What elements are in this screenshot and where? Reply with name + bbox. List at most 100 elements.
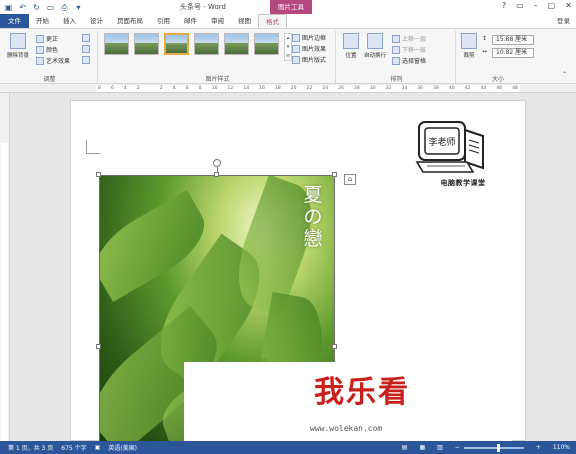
zoom-slider[interactable] xyxy=(463,443,524,452)
picture-layout-button[interactable]: 图片版式 xyxy=(292,55,326,64)
ruler-ticks: 8 6 4 2 2 4 6 8 10 12 14 16 18 20 22 24 26 28 30 32 34 36 38 40… xyxy=(96,85,520,92)
wrap-text-button[interactable]: 自动换行 xyxy=(362,33,388,59)
tab-insert[interactable]: 插入 xyxy=(56,14,83,28)
picture-style-thumb[interactable] xyxy=(134,33,159,55)
resize-handle-nw[interactable] xyxy=(96,172,101,177)
ruler-tick-label: 4 xyxy=(172,86,176,91)
site-watermark: 我乐看 www.wolekan.com xyxy=(184,362,512,445)
ribbon: 删除背景 更正 颜色 艺术效果 调整 图片样式 ▴ ▾ ≡ 图片边框 图片效果 图片… xyxy=(0,28,576,84)
ruler-tick-label: 38 xyxy=(433,86,439,91)
arrange-group-label: 排列 xyxy=(390,76,403,83)
adjust-group: 删除背景 更正 颜色 艺术效果 调整 xyxy=(2,31,98,83)
gallery-scroll[interactable]: ▴ ▾ ≡ xyxy=(284,33,292,61)
zoom-out-button[interactable]: − xyxy=(455,441,460,454)
resize-handle-w[interactable] xyxy=(96,344,101,349)
rotation-handle[interactable] xyxy=(213,159,221,167)
picture-effects-icon xyxy=(292,44,300,53)
picture-border-icon xyxy=(292,33,300,42)
width-label: ↔ xyxy=(482,48,487,55)
tab-home[interactable]: 开始 xyxy=(29,14,56,28)
collapse-ribbon-icon[interactable]: ⌃ xyxy=(562,71,567,78)
minimize-button[interactable]: – xyxy=(534,1,538,10)
color-button[interactable]: 颜色 xyxy=(36,45,58,54)
tab-mailings[interactable]: 邮件 xyxy=(177,14,204,28)
tab-page-layout[interactable]: 页面布局 xyxy=(110,14,150,28)
ruler-tick-label: 10 xyxy=(211,86,218,91)
tab-design[interactable]: 设计 xyxy=(83,14,110,28)
ribbon-display-button[interactable]: ▭ xyxy=(516,1,524,10)
print-icon[interactable]: ⎙ xyxy=(60,3,69,12)
zoom-slider-knob[interactable] xyxy=(496,443,500,452)
language-indicator[interactable]: 英语(美国) xyxy=(108,443,137,452)
title-bar: ▣ ↶ ↻ ▭ ⎙ ▾ 头条号 - Word 图片工具 ? ▭ – ▢ ✕ xyxy=(0,0,576,14)
vertical-ruler-track xyxy=(1,143,8,441)
tab-format[interactable]: 格式 xyxy=(258,14,287,28)
position-icon xyxy=(343,33,359,49)
change-picture-icon xyxy=(82,45,90,53)
crop-icon xyxy=(461,33,477,49)
picture-style-thumb[interactable] xyxy=(104,33,129,55)
width-input[interactable]: 10.82 厘米 xyxy=(492,48,534,58)
width-icon: ↔ xyxy=(482,48,488,55)
qat-more-icon[interactable]: ▾ xyxy=(74,3,83,12)
resize-handle-n[interactable] xyxy=(214,172,219,177)
picture-style-thumb[interactable] xyxy=(254,33,279,55)
artistic-effects-button[interactable]: 艺术效果 xyxy=(36,56,70,65)
print-layout-icon[interactable]: ▦ xyxy=(419,441,425,454)
photo-title-text: 夏の戀 xyxy=(303,184,323,250)
word-count[interactable]: 675 个字 xyxy=(61,443,86,452)
page-count[interactable]: 第 1 页，共 3 页 xyxy=(8,443,53,452)
tab-references[interactable]: 引用 xyxy=(150,14,177,28)
ribbon-tabs: 文件 开始 插入 设计 页面布局 引用 邮件 审阅 视图 格式 登录 xyxy=(0,14,576,28)
maximize-button[interactable]: ▢ xyxy=(548,1,556,10)
ruler-tick-label: 6 xyxy=(185,86,189,91)
save-icon[interactable]: ▣ xyxy=(4,3,13,12)
help-button[interactable]: ? xyxy=(502,1,506,10)
ruler-tick-label: 46 xyxy=(496,86,503,91)
tab-review[interactable]: 审阅 xyxy=(204,14,231,28)
ruler-tick-label: 28 xyxy=(354,86,360,91)
redo-icon[interactable]: ↻ xyxy=(32,3,41,12)
picture-style-thumb-selected[interactable] xyxy=(164,33,189,55)
read-mode-icon[interactable]: ▤ xyxy=(402,441,408,454)
selection-pane-button[interactable]: 选择窗格 xyxy=(392,56,426,65)
resize-handle-e[interactable] xyxy=(332,344,337,349)
send-backward-button[interactable]: 下移一层 xyxy=(392,45,426,54)
proofing-icon[interactable]: ▣ xyxy=(95,444,101,451)
ruler-tick-label: 34 xyxy=(401,86,408,91)
tab-file[interactable]: 文件 xyxy=(0,14,29,28)
picture-border-button[interactable]: 图片边框 xyxy=(292,33,326,42)
login-link[interactable]: 登录 xyxy=(557,14,570,28)
quick-access-toolbar: ▣ ↶ ↻ ▭ ⎙ ▾ xyxy=(0,3,83,12)
vertical-ruler[interactable] xyxy=(0,93,10,441)
status-bar: 第 1 页，共 3 页 675 个字 ▣ 英语(美国) ▤ ▦ ▥ − + 11… xyxy=(0,441,576,454)
zoom-in-button[interactable]: + xyxy=(536,441,541,454)
picture-effects-button[interactable]: 图片效果 xyxy=(292,44,326,53)
ruler-tick-label: 20 xyxy=(290,86,297,91)
arrange-group: 位置 自动换行 上移一层 下移一层 选择窗格 排列 xyxy=(338,31,456,83)
web-layout-icon[interactable]: ▥ xyxy=(437,441,443,454)
picture-style-thumb[interactable] xyxy=(224,33,249,55)
undo-icon[interactable]: ↶ xyxy=(18,3,27,12)
compress-pictures-button[interactable] xyxy=(82,34,90,42)
resize-handle-ne[interactable] xyxy=(332,172,337,177)
layout-options-icon[interactable]: ⌂ xyxy=(344,174,356,185)
close-button[interactable]: ✕ xyxy=(565,1,572,10)
ruler-tick-label: 44 xyxy=(480,86,487,91)
bring-forward-button[interactable]: 上移一层 xyxy=(392,34,426,43)
picture-styles-label: 图片样式 xyxy=(205,76,230,83)
height-input[interactable]: 15.88 厘米 xyxy=(492,35,534,45)
position-button[interactable]: 位置 xyxy=(342,33,360,59)
crop-button[interactable]: 裁剪 xyxy=(460,33,478,59)
picture-style-thumb[interactable] xyxy=(194,33,219,55)
compress-icon xyxy=(82,34,90,42)
change-picture-button[interactable] xyxy=(82,45,90,53)
zoom-level[interactable]: 110% xyxy=(553,441,570,454)
remove-background-button[interactable]: 删除背景 xyxy=(4,33,32,59)
horizontal-ruler[interactable]: 8 6 4 2 2 4 6 8 10 12 14 16 18 20 22 24 26 28 30 32 34 36 38 40… xyxy=(0,84,576,93)
reset-picture-button[interactable] xyxy=(82,56,90,64)
tab-view[interactable]: 视图 xyxy=(231,14,258,28)
new-doc-icon[interactable]: ▭ xyxy=(46,3,55,12)
ruler-tick-label: 18 xyxy=(274,86,281,91)
corrections-button[interactable]: 更正 xyxy=(36,34,58,43)
